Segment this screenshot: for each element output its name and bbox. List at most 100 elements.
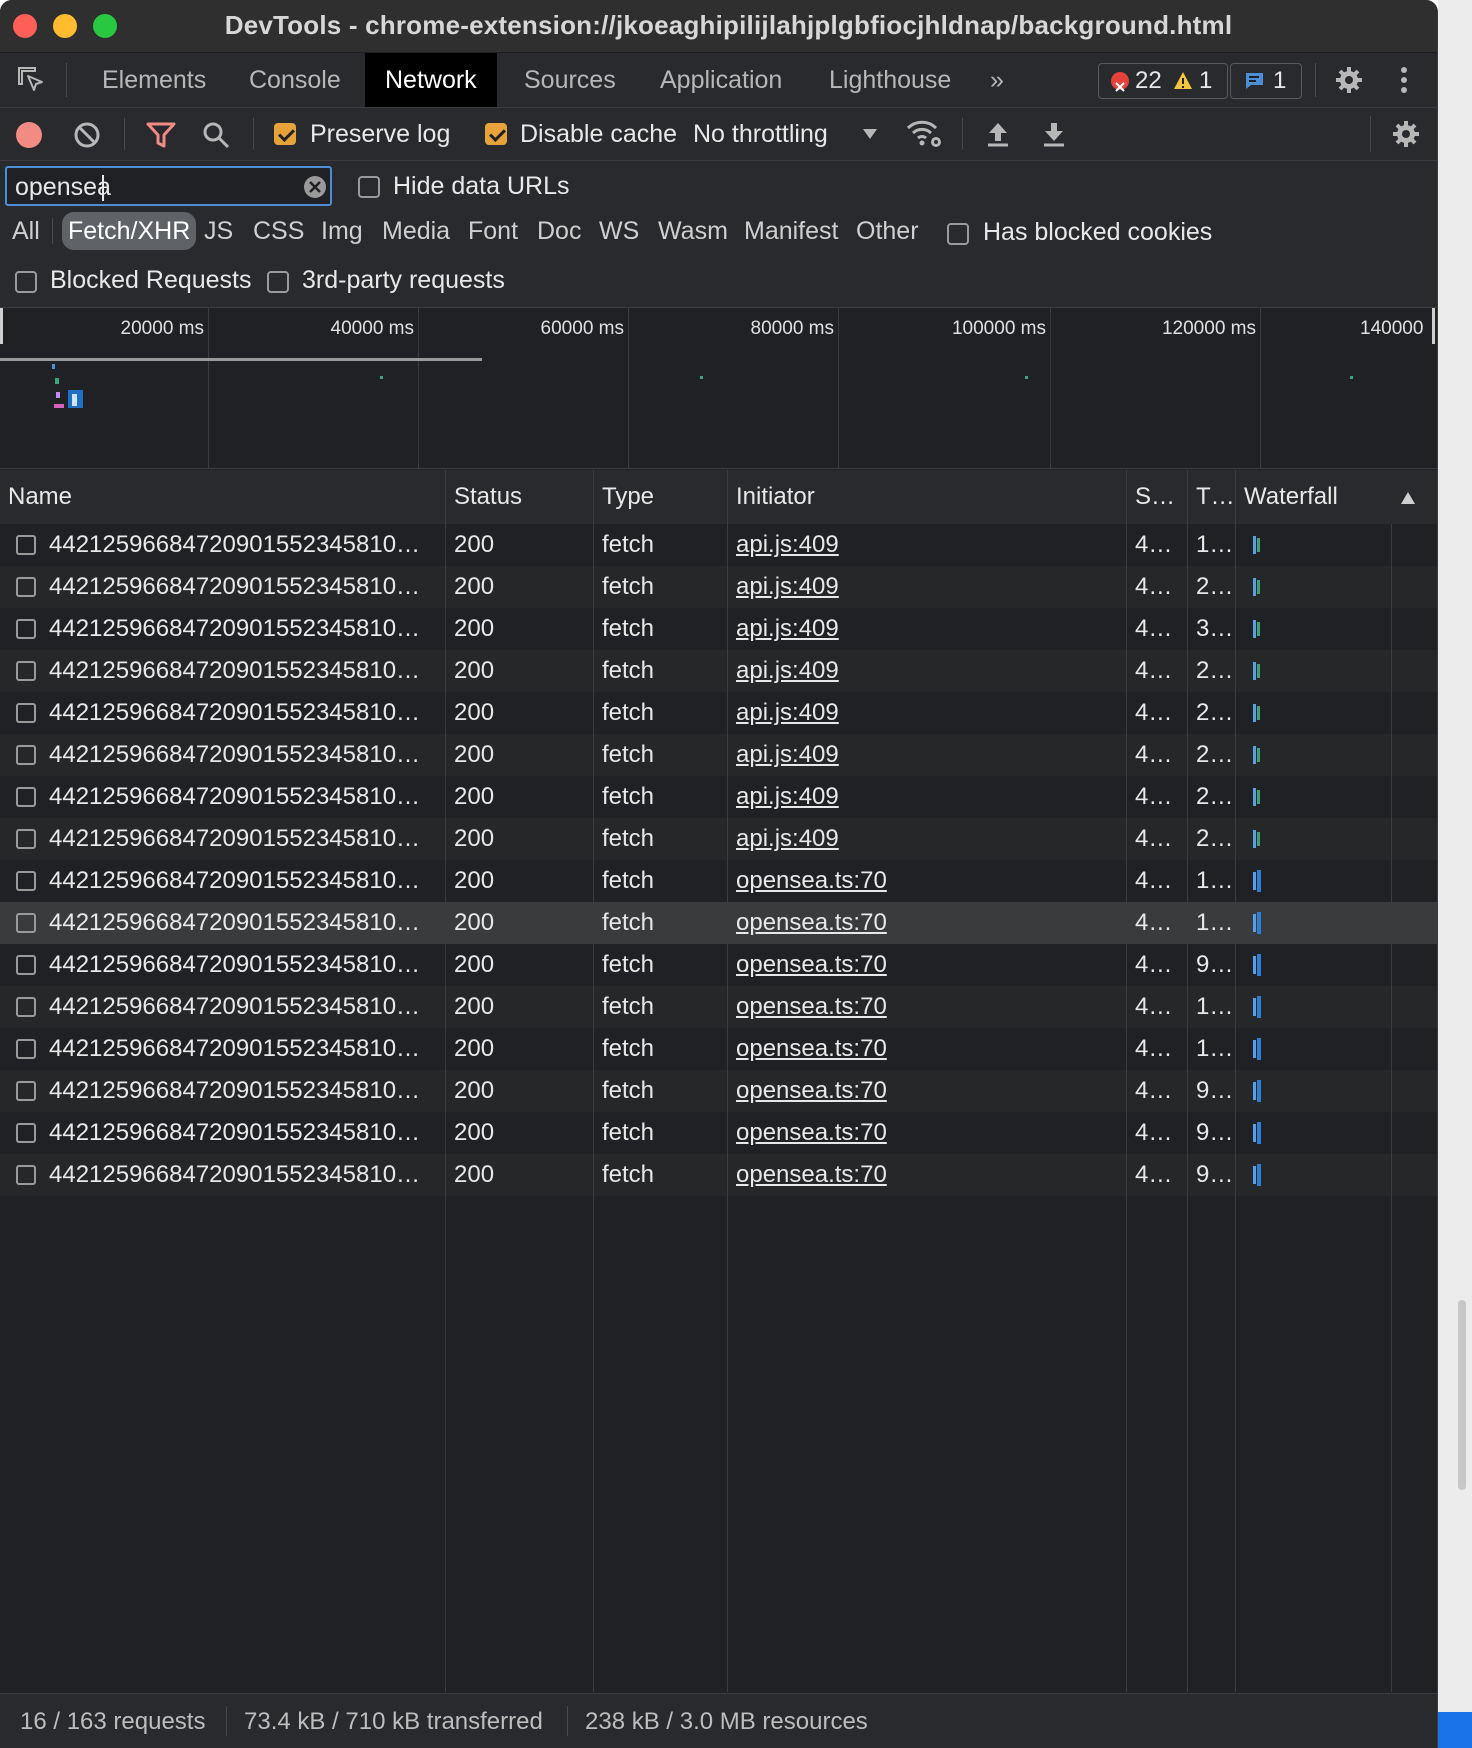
disable-cache-checkbox[interactable] [485,123,507,145]
more-tabs-button[interactable]: » [970,53,1024,107]
request-name[interactable]: 44212596684720901552345810… [49,860,439,902]
request-initiator[interactable]: api.js:409 [736,566,1116,608]
overview-timeline[interactable]: 20000 ms 40000 ms 60000 ms 80000 ms 1000… [0,308,1437,469]
export-har-icon[interactable] [1041,120,1067,148]
row-checkbox[interactable] [16,997,36,1017]
blocked-requests-checkbox[interactable] [15,271,37,293]
row-checkbox[interactable] [16,1039,36,1059]
column-header-size[interactable]: S… [1127,470,1187,524]
type-filter-img[interactable]: Img [315,212,369,250]
tab-console[interactable]: Console [229,53,361,107]
table-row[interactable]: 44212596684720901552345810… 200 fetch api.j… [0,776,1437,818]
type-filter-doc[interactable]: Doc [531,212,587,250]
type-filter-manifest[interactable]: Manifest [738,212,844,250]
row-checkbox[interactable] [16,955,36,975]
scrollbar-thumb[interactable] [1458,1300,1466,1490]
column-header-waterfall[interactable]: Waterfall [1236,470,1396,524]
request-name[interactable]: 44212596684720901552345810… [49,902,439,944]
network-settings-gear-icon[interactable] [1391,119,1421,149]
record-button[interactable] [16,122,42,148]
messages-badge[interactable]: 1 [1230,63,1302,99]
preserve-log-checkbox[interactable] [274,123,296,145]
initiator-link[interactable]: opensea.ts:70 [736,867,887,894]
initiator-link[interactable]: opensea.ts:70 [736,951,887,978]
table-row[interactable]: 44212596684720901552345810… 200 fetch opens… [0,1112,1437,1154]
type-filter-wasm[interactable]: Wasm [652,212,734,250]
row-checkbox[interactable] [16,913,36,933]
request-initiator[interactable]: opensea.ts:70 [736,986,1116,1028]
initiator-link[interactable]: opensea.ts:70 [736,993,887,1020]
column-divider[interactable] [445,470,446,1692]
table-row[interactable]: 44212596684720901552345810… 200 fetch api.j… [0,650,1437,692]
initiator-link[interactable]: opensea.ts:70 [736,1035,887,1062]
request-name[interactable]: 44212596684720901552345810… [49,566,439,608]
initiator-link[interactable]: api.js:409 [736,783,839,810]
type-filter-all[interactable]: All [6,212,46,250]
type-filter-ws[interactable]: WS [593,212,645,250]
request-name[interactable]: 44212596684720901552345810… [49,986,439,1028]
request-initiator[interactable]: opensea.ts:70 [736,1154,1116,1196]
third-party-requests-checkbox[interactable] [267,271,289,293]
row-checkbox[interactable] [16,535,36,555]
clear-icon[interactable] [73,121,101,149]
hide-data-urls-checkbox[interactable] [358,176,380,198]
request-name[interactable]: 44212596684720901552345810… [49,650,439,692]
clear-filter-icon[interactable] [303,175,327,199]
filter-input[interactable]: opensea [5,166,332,206]
column-header-time[interactable]: T… [1188,470,1235,524]
type-filter-js[interactable]: JS [198,212,239,250]
request-initiator[interactable]: opensea.ts:70 [736,902,1116,944]
request-name[interactable]: 44212596684720901552345810… [49,734,439,776]
column-divider[interactable] [1235,470,1236,1692]
tab-network[interactable]: Network [365,53,497,107]
request-name[interactable]: 44212596684720901552345810… [49,1112,439,1154]
request-name[interactable]: 44212596684720901552345810… [49,818,439,860]
initiator-link[interactable]: opensea.ts:70 [736,1161,887,1188]
initiator-link[interactable]: opensea.ts:70 [736,909,887,936]
request-initiator[interactable]: opensea.ts:70 [736,1028,1116,1070]
request-name[interactable]: 44212596684720901552345810… [49,608,439,650]
column-header-status[interactable]: Status [446,470,593,524]
request-initiator[interactable]: api.js:409 [736,776,1116,818]
column-divider[interactable] [593,470,594,1692]
row-checkbox[interactable] [16,1123,36,1143]
search-icon[interactable] [201,120,231,150]
row-checkbox[interactable] [16,745,36,765]
has-blocked-cookies-checkbox[interactable] [947,223,969,245]
table-row[interactable]: 44212596684720901552345810… 200 fetch api.j… [0,734,1437,776]
request-initiator[interactable]: api.js:409 [736,692,1116,734]
tab-application[interactable]: Application [640,53,802,107]
table-row[interactable]: 44212596684720901552345810… 200 fetch api.j… [0,608,1437,650]
row-checkbox[interactable] [16,661,36,681]
request-name[interactable]: 44212596684720901552345810… [49,776,439,818]
table-row[interactable]: 44212596684720901552345810… 200 fetch api.j… [0,818,1437,860]
column-divider[interactable] [1126,470,1127,1692]
table-row[interactable]: 44212596684720901552345810… 200 fetch opens… [0,1154,1437,1196]
row-checkbox[interactable] [16,1081,36,1101]
type-filter-fetch-xhr[interactable]: Fetch/XHR [62,212,197,250]
issues-badge[interactable]: 22 1 [1098,63,1228,99]
request-initiator[interactable]: api.js:409 [736,734,1116,776]
more-options-icon[interactable] [1398,65,1410,95]
tab-elements[interactable]: Elements [82,53,226,107]
request-name[interactable]: 44212596684720901552345810… [49,692,439,734]
initiator-link[interactable]: api.js:409 [736,657,839,684]
table-row[interactable]: 44212596684720901552345810… 200 fetch opens… [0,1070,1437,1112]
initiator-link[interactable]: api.js:409 [736,531,839,558]
table-row[interactable]: 44212596684720901552345810… 200 fetch opens… [0,986,1437,1028]
initiator-link[interactable]: api.js:409 [736,741,839,768]
request-name[interactable]: 44212596684720901552345810… [49,524,439,566]
request-initiator[interactable]: api.js:409 [736,650,1116,692]
type-filter-other[interactable]: Other [850,212,925,250]
table-row[interactable]: 44212596684720901552345810… 200 fetch opens… [0,902,1437,944]
type-filter-css[interactable]: CSS [247,212,310,250]
row-checkbox[interactable] [16,787,36,807]
request-initiator[interactable]: api.js:409 [736,818,1116,860]
initiator-link[interactable]: api.js:409 [736,573,839,600]
initiator-link[interactable]: api.js:409 [736,699,839,726]
request-name[interactable]: 44212596684720901552345810… [49,1070,439,1112]
request-name[interactable]: 44212596684720901552345810… [49,1028,439,1070]
tab-sources[interactable]: Sources [504,53,636,107]
table-row[interactable]: 44212596684720901552345810… 200 fetch api.j… [0,566,1437,608]
row-checkbox[interactable] [16,619,36,639]
